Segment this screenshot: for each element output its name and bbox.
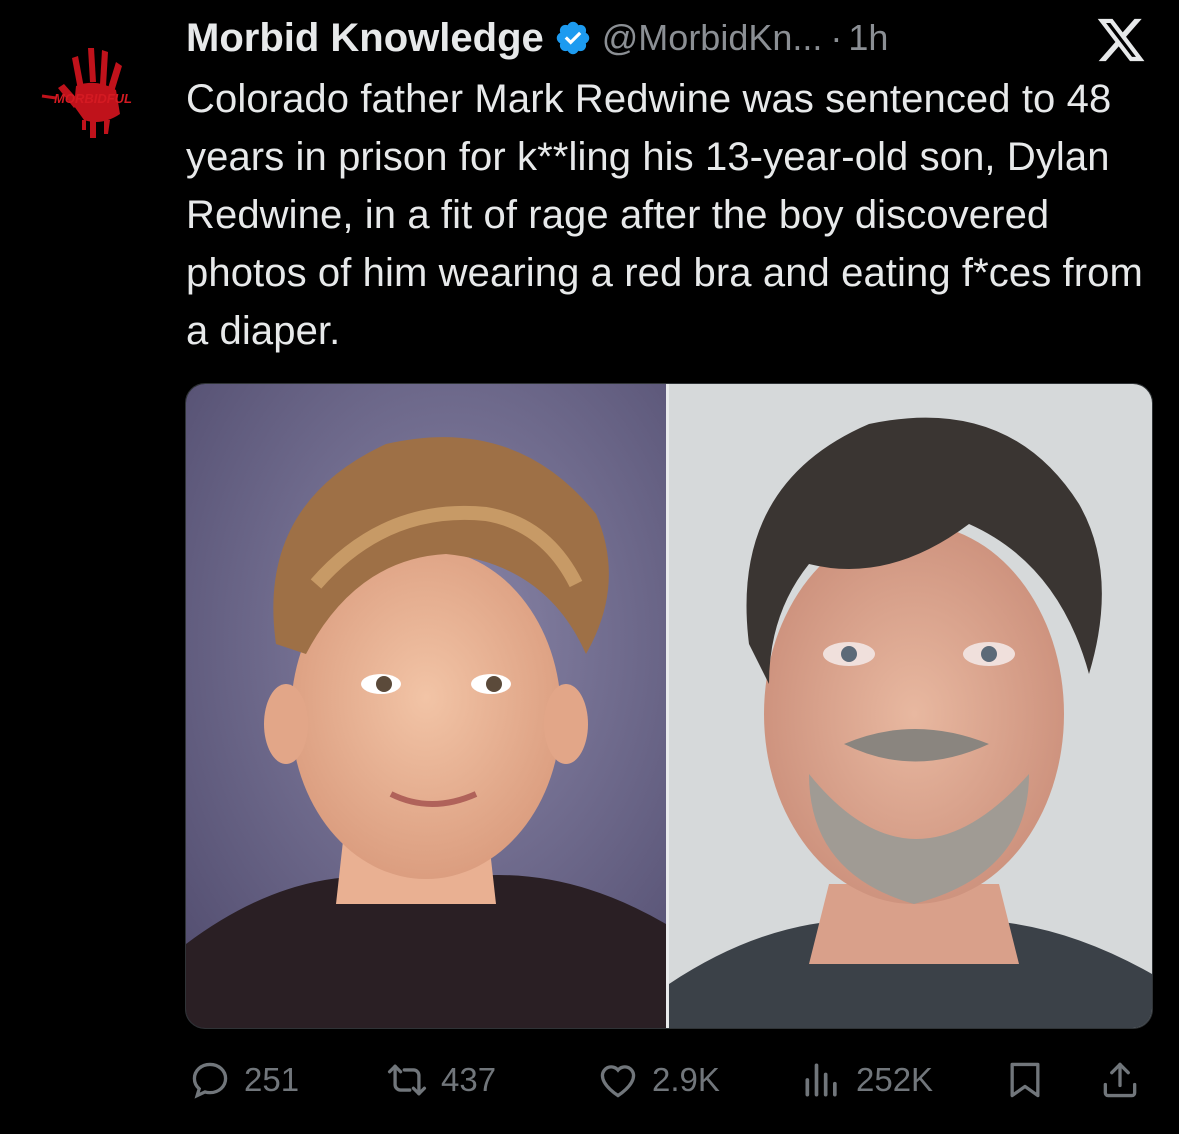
heart-icon xyxy=(600,1065,636,1098)
author-name[interactable]: Morbid Knowledge xyxy=(186,16,544,61)
like-button[interactable]: 2.9K xyxy=(596,1050,720,1110)
tweet-media[interactable] xyxy=(185,383,1153,1029)
retweet-count: 437 xyxy=(441,1061,497,1098)
author-handle[interactable]: @MorbidKn... xyxy=(602,17,823,59)
avatar-logo-text: MORBIDFUL xyxy=(54,91,132,106)
reply-icon xyxy=(192,1062,228,1099)
bookmark-icon xyxy=(1010,1062,1040,1098)
bookmark-button[interactable] xyxy=(1003,1050,1047,1110)
share-icon xyxy=(1103,1062,1137,1098)
x-logo-icon[interactable] xyxy=(1095,14,1147,66)
action-bar: 251 437 2.9K 252K xyxy=(0,1050,1179,1110)
retweet-icon xyxy=(387,1064,427,1096)
views-button[interactable]: 252K xyxy=(800,1050,933,1110)
reply-button[interactable]: 251 xyxy=(188,1050,299,1110)
verified-badge-icon xyxy=(556,21,589,55)
views-chart-icon xyxy=(805,1063,837,1097)
tweet-header: Morbid Knowledge @MorbidKn... · 1h xyxy=(186,12,888,64)
like-count: 2.9K xyxy=(652,1061,720,1098)
views-count: 252K xyxy=(856,1061,934,1098)
retweet-button[interactable]: 437 xyxy=(385,1050,496,1110)
photo-boy xyxy=(186,384,666,1028)
morbid-hand-logo-icon: MORBIDFUL xyxy=(41,48,132,138)
header-separator: · xyxy=(830,17,843,58)
tweet-text: Colorado father Mark Redwine was sentenc… xyxy=(186,77,1143,353)
reply-count: 251 xyxy=(244,1061,300,1098)
tweet-time[interactable]: 1h xyxy=(848,17,888,59)
share-button[interactable] xyxy=(1098,1050,1142,1110)
photo-man xyxy=(669,384,1152,1028)
avatar[interactable]: MORBIDFUL xyxy=(30,30,160,150)
